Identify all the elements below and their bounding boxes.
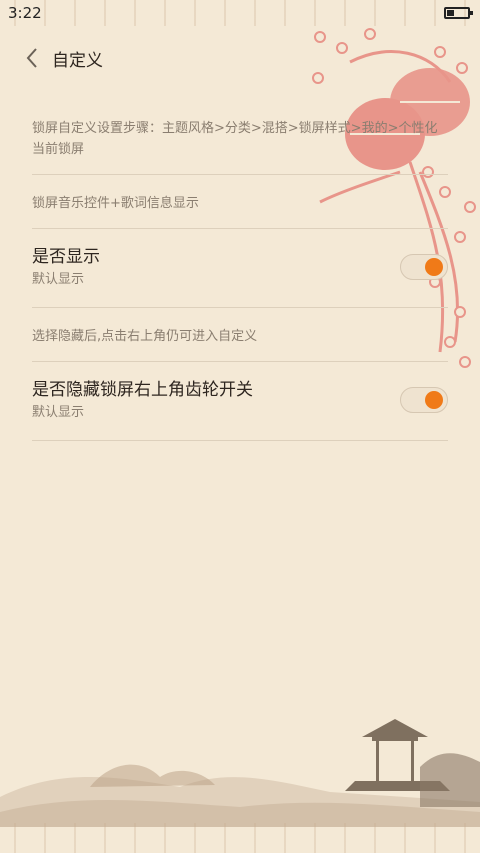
status-bar: 3:22 [0,0,480,26]
chevron-left-icon [26,48,37,68]
toggle-knob [425,391,443,409]
section-hint-gear: 选择隐藏后,点击右上角仍可进入自定义 [32,329,258,344]
setting-subtitle: 默认显示 [32,272,85,287]
bottom-pattern-border [0,823,480,853]
landscape-illustration [0,719,480,827]
steps-hint: 锁屏自定义设置步骤：主题风格>分类>混搭>锁屏样式>我的>个性化当前锁屏 [32,121,438,157]
setting-title: 是否显示 [32,247,100,267]
header: 自定义 [0,40,480,76]
battery-low-icon [444,7,473,19]
setting-title: 是否隐藏锁屏右上角齿轮开关 [32,380,253,400]
setting-subtitle: 默认显示 [32,405,85,420]
status-time: 3:22 [8,4,42,22]
section-hint-music: 锁屏音乐控件+歌词信息显示 [32,196,199,211]
settings-content: 锁屏自定义设置步骤：主题风格>分类>混搭>锁屏样式>我的>个性化当前锁屏 锁屏音… [32,100,448,441]
setting-row-hide-gear[interactable]: 是否隐藏锁屏右上角齿轮开关 默认显示 [32,362,448,440]
toggle-switch[interactable] [400,254,448,280]
divider [32,440,448,441]
toggle-knob [425,258,443,276]
toggle-switch[interactable] [400,387,448,413]
setting-row-show[interactable]: 是否显示 默认显示 [32,229,448,307]
page-title: 自定义 [52,50,103,71]
back-button[interactable] [12,40,52,76]
